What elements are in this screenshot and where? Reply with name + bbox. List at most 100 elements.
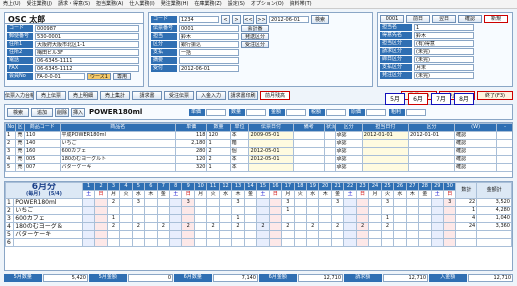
calendar-qty-cell[interactable] [144,238,158,247]
right-top-button[interactable]: 新規 [484,15,508,23]
calendar-qty-cell[interactable] [81,214,96,223]
calendar-qty-cell[interactable] [268,238,283,247]
order-field[interactable]: 2012-06-01 [179,65,239,72]
calendar-qty-cell[interactable] [418,230,432,239]
calendar-qty-cell[interactable] [355,206,370,215]
customer-field[interactable]: FA-0-0-01 [35,73,85,80]
line-cell-qty[interactable]: 2 [206,155,231,164]
calendar-qty-cell[interactable] [181,214,195,223]
calendar-qty-cell[interactable] [368,206,382,215]
calendar-qty-cell[interactable] [243,230,258,239]
calendar-qty-cell[interactable]: 3 [131,198,146,207]
calendar-qty-cell[interactable] [418,222,432,231]
toolbar-button[interactable]: 請求書印刷 [228,91,258,100]
customer-field[interactable]: 530-0001 [35,33,139,40]
calendar-qty-cell[interactable] [430,238,445,247]
calendar-qty-cell[interactable]: 2 [106,198,121,207]
line-cell-date[interactable]: 2009-05-01 [248,131,294,140]
item-add-button[interactable]: 追加 [31,107,53,117]
calendar-row[interactable]: 2 いちご 1 1 4,280 [5,206,512,215]
calendar-qty-cell[interactable] [218,198,233,207]
calendar-qty-cell[interactable] [318,238,332,247]
calendar-qty-cell[interactable] [156,238,171,247]
calendar-qty-cell[interactable] [206,238,220,247]
calendar-qty-cell[interactable] [119,198,133,207]
calendar-qty-cell[interactable]: 1 [281,206,295,215]
calendar-qty-cell[interactable] [442,222,457,231]
line-cell-k[interactable]: 売 [15,155,25,164]
calendar-qty-cell[interactable] [206,214,220,223]
calendar-row[interactable]: 4 180のむヨーグ＆ 2 2 2 2 2 2 2 2 2 2 2 2 24 3,360 [5,222,512,231]
calendar-qty-cell[interactable] [193,238,208,247]
menu-item-5[interactable]: 発注業務(H) [161,0,189,9]
line-cell-no[interactable]: 5 [5,163,17,172]
calendar-qty-cell[interactable]: 2 [281,222,295,231]
item-search-button[interactable]: 検索 [7,107,29,117]
line-cell-qty[interactable]: 2 [206,147,231,156]
calendar-qty-cell[interactable] [405,214,420,223]
calendar-qty-cell[interactable] [81,206,96,215]
right-field[interactable]: 月末 [414,64,474,71]
line-cell-note[interactable]: 確認 [454,131,498,140]
calendar-row[interactable]: 6 [5,238,512,247]
line-cell-status[interactable]: 承認 [334,147,363,156]
line-cell-note[interactable]: 確認 [454,139,498,148]
calendar-qty-cell[interactable] [393,206,407,215]
order-field[interactable]: 鈴木 [179,33,239,40]
right-top-button[interactable]: 0001 [380,15,404,23]
calendar-qty-cell[interactable]: 2 [256,222,270,231]
calendar-qty-cell[interactable]: 2 [355,222,370,231]
line-cell-name[interactable]: 600カフェ [59,147,177,156]
calendar-qty-cell[interactable] [305,238,320,247]
month-button[interactable]: 7月 [431,93,451,105]
calendar-qty-cell[interactable] [442,206,457,215]
calendar-qty-cell[interactable] [343,214,357,223]
item-box-field[interactable] [206,108,226,116]
calendar-qty-cell[interactable] [119,206,133,215]
line-cell-price[interactable]: 2,180 [174,139,208,148]
calendar-qty-cell[interactable] [442,238,457,247]
calendar-qty-cell[interactable]: 2 [131,222,146,231]
calendar-qty-cell[interactable] [393,230,407,239]
calendar-qty-cell[interactable] [305,230,320,239]
toolbar-button[interactable]: 前月残高 [260,91,290,100]
line-cell-qty[interactable]: 1 [206,163,231,172]
calendar-qty-cell[interactable] [268,230,283,239]
line-cell-price[interactable]: 280 [174,147,208,156]
calendar-qty-cell[interactable] [156,230,171,239]
line-cell-k[interactable]: 売 [15,163,25,172]
calendar-qty-cell[interactable] [405,230,420,239]
calendar-qty-cell[interactable]: 2 [330,222,345,231]
calendar-qty-cell[interactable] [169,214,183,223]
calendar-qty-cell[interactable] [318,230,332,239]
order-side-button[interactable]: 会計番 [241,25,269,32]
calendar-qty-cell[interactable] [169,206,183,215]
calendar-qty-cell[interactable] [418,238,432,247]
right-field[interactable]: 鈴木 [414,32,474,39]
line-cell-price[interactable]: 120 [174,155,208,164]
calendar-qty-cell[interactable] [156,206,171,215]
order-code-field[interactable]: 1234 [179,16,219,23]
calendar-qty-cell[interactable]: 3 [442,198,457,207]
calendar-qty-cell[interactable] [405,206,420,215]
menu-item-8[interactable]: オプション(O) [251,0,284,9]
calendar-qty-cell[interactable] [243,198,258,207]
calendar-qty-cell[interactable] [193,198,208,207]
item-box-field[interactable] [366,108,386,116]
line-cell-qty[interactable]: 120 [206,131,231,140]
calendar-qty-cell[interactable] [106,238,121,247]
table-row[interactable]: 5 売 007 バターケーキ 320 1 本 承認 確認 [5,163,512,172]
calendar-qty-cell[interactable] [218,214,233,223]
calendar-qty-cell[interactable] [156,198,171,207]
menu-item-7[interactable]: 設定(S) [228,0,245,9]
month-button[interactable]: 6月 [408,93,428,105]
calendar-qty-cell[interactable] [256,198,270,207]
calendar-qty-cell[interactable] [256,230,270,239]
line-cell-unit[interactable]: 本 [229,131,250,140]
right-field[interactable]: (未完) [414,56,474,63]
calendar-qty-cell[interactable] [156,214,171,223]
calendar-qty-cell[interactable] [343,222,357,231]
calendar-qty-cell[interactable] [355,230,370,239]
calendar-qty-cell[interactable]: 2 [380,222,395,231]
calendar-qty-cell[interactable] [418,214,432,223]
